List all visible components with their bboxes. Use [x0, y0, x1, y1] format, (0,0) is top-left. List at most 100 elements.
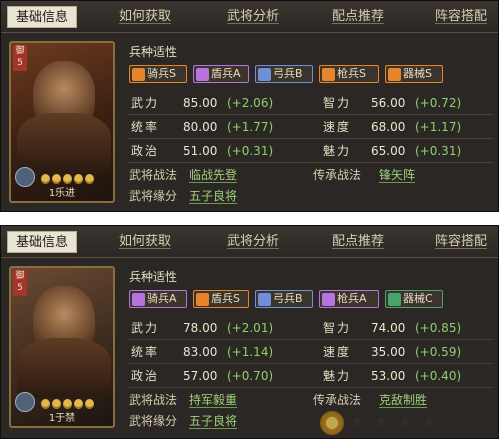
bow-icon: [258, 292, 271, 306]
stat-label-charm: 魅力: [323, 369, 352, 383]
inherited-tactic-label: 传承战法: [313, 393, 362, 407]
tab-bar: 基础信息 如何获取 武将分析 配点推荐 阵容搭配: [1, 226, 498, 258]
stat-value-speed: 68.00: [371, 120, 406, 134]
stats-table: 武力 85.00 (+2.06) 智力 56.00 (+0.72) 统率 80.…: [127, 91, 493, 163]
general-portrait: 御 5 1于禁: [9, 266, 115, 428]
tab-basic-info[interactable]: 基础信息: [7, 231, 77, 253]
troop-shield: 盾兵A: [193, 65, 249, 83]
general-tactic-link[interactable]: 临战先登: [189, 165, 237, 186]
stat-label-intelligence: 智力: [323, 321, 352, 335]
stat-label-politics: 政治: [131, 369, 160, 383]
star-icon: [63, 399, 72, 409]
stat-growth-charm: (+0.31): [415, 144, 462, 158]
stat-value-speed: 35.00: [371, 345, 406, 359]
general-bond-link[interactable]: 五子良将: [189, 411, 237, 432]
tactics-section: 武将战法 临战先登 传承战法 锋矢阵 武将缘分 五子良将: [127, 165, 493, 207]
stat-label-politics: 政治: [131, 144, 160, 158]
stat-growth-command: (+1.77): [227, 120, 274, 134]
star-rating: [41, 399, 111, 409]
watermark-glyphs: ♦ ♦ ♦ ♦: [350, 413, 440, 431]
star-icon: [63, 174, 72, 184]
stat-label-force: 武力: [131, 96, 160, 110]
watermark-logo-icon: [320, 411, 344, 435]
star-rating: [41, 174, 111, 184]
troop-label: 骑兵S: [147, 67, 176, 80]
inherited-tactic-link[interactable]: 锋矢阵: [379, 165, 415, 186]
general-card-panel: 基础信息 如何获取 武将分析 配点推荐 阵容搭配 御 5 1乐进 兵种适性 骑兵…: [0, 0, 499, 212]
troop-label: 枪兵A: [337, 292, 367, 305]
troop-label: 器械S: [403, 67, 432, 80]
siege-icon: [388, 292, 401, 306]
tab-basic-info[interactable]: 基础信息: [7, 6, 77, 28]
inherited-tactic-label: 传承战法: [313, 168, 362, 182]
stat-label-speed: 速度: [323, 345, 352, 359]
site-watermark: ♦ ♦ ♦ ♦: [320, 409, 498, 437]
tab-how-to-obtain[interactable]: 如何获取: [113, 6, 177, 28]
stat-label-charm: 魅力: [323, 144, 352, 158]
troop-aptitude-title: 兵种适性: [129, 270, 178, 284]
siege-icon: [388, 67, 401, 81]
star-icon: [41, 399, 50, 409]
horse-icon: [132, 67, 145, 81]
troop-label: 枪兵S: [337, 67, 366, 80]
general-bond-label: 武将缘分: [129, 414, 178, 428]
tab-lineup[interactable]: 阵容搭配: [429, 6, 493, 28]
troop-label: 盾兵A: [211, 67, 241, 80]
tab-lineup[interactable]: 阵容搭配: [429, 231, 493, 253]
stat-value-command: 83.00: [183, 345, 218, 359]
stats-row: 武力 78.00 (+2.01) 智力 74.00 (+0.85): [127, 316, 493, 340]
spear-icon: [322, 292, 335, 306]
spear-icon: [322, 67, 335, 81]
stats-row: 统率 80.00 (+1.77) 速度 68.00 (+1.17): [127, 115, 493, 139]
tab-point-allocation[interactable]: 配点推荐: [326, 6, 390, 28]
star-icon: [74, 174, 83, 184]
tab-general-analysis[interactable]: 武将分析: [221, 231, 285, 253]
stat-value-command: 80.00: [183, 120, 218, 134]
troop-archer: 弓兵B: [255, 290, 313, 308]
troop-archer: 弓兵B: [255, 65, 313, 83]
tactics-row: 武将战法 持军毅重 传承战法 克敌制胜: [127, 390, 493, 411]
troop-aptitude-title: 兵种适性: [129, 45, 178, 59]
portrait-armor-art: [17, 338, 111, 398]
tactics-row: 武将缘分 五子良将: [127, 186, 493, 207]
tab-how-to-obtain[interactable]: 如何获取: [113, 231, 177, 253]
shield-icon: [196, 67, 209, 81]
horse-icon: [132, 292, 145, 306]
stat-growth-politics: (+0.31): [227, 144, 274, 158]
tab-general-analysis[interactable]: 武将分析: [221, 6, 285, 28]
general-portrait: 御 5 1乐进: [9, 41, 115, 203]
star-icon: [74, 399, 83, 409]
stat-growth-speed: (+0.59): [415, 345, 462, 359]
troop-cavalry: 骑兵S: [129, 65, 187, 83]
tab-point-allocation[interactable]: 配点推荐: [326, 231, 390, 253]
general-card-panel: 基础信息 如何获取 武将分析 配点推荐 阵容搭配 御 5 1于禁 兵种适性 骑兵…: [0, 225, 499, 439]
troop-siege: 器械S: [385, 65, 443, 83]
portrait-armor-art: [17, 113, 111, 173]
stat-growth-speed: (+1.17): [415, 120, 462, 134]
stat-value-force: 85.00: [183, 96, 218, 110]
troop-label: 弓兵B: [273, 292, 303, 305]
general-bond-link[interactable]: 五子良将: [189, 186, 237, 207]
stat-growth-command: (+1.14): [227, 345, 274, 359]
stat-growth-intelligence: (+0.72): [415, 96, 462, 110]
stat-label-command: 统率: [131, 120, 160, 134]
star-icon: [85, 399, 94, 409]
inherited-tactic-link[interactable]: 克敌制胜: [379, 390, 427, 411]
bow-icon: [258, 67, 271, 81]
star-icon: [85, 174, 94, 184]
star-icon: [52, 174, 61, 184]
troop-siege: 器械C: [385, 290, 443, 308]
troop-spear: 枪兵A: [319, 290, 379, 308]
general-tactic-link[interactable]: 持军毅重: [189, 390, 237, 411]
cost-badge: 御 5: [13, 45, 27, 71]
general-tactic-label: 武将战法: [129, 168, 178, 182]
troop-aptitude-list: 骑兵A 盾兵S 弓兵B 枪兵A 器械C: [129, 290, 443, 308]
stat-growth-force: (+2.01): [227, 321, 274, 335]
tab-bar: 基础信息 如何获取 武将分析 配点推荐 阵容搭配: [1, 1, 498, 33]
portrait-caption: 1乐进: [48, 188, 76, 199]
stat-value-force: 78.00: [183, 321, 218, 335]
stats-row: 统率 83.00 (+1.14) 速度 35.00 (+0.59): [127, 340, 493, 364]
stat-growth-force: (+2.06): [227, 96, 274, 110]
stat-label-speed: 速度: [323, 120, 352, 134]
stat-growth-politics: (+0.70): [227, 369, 274, 383]
